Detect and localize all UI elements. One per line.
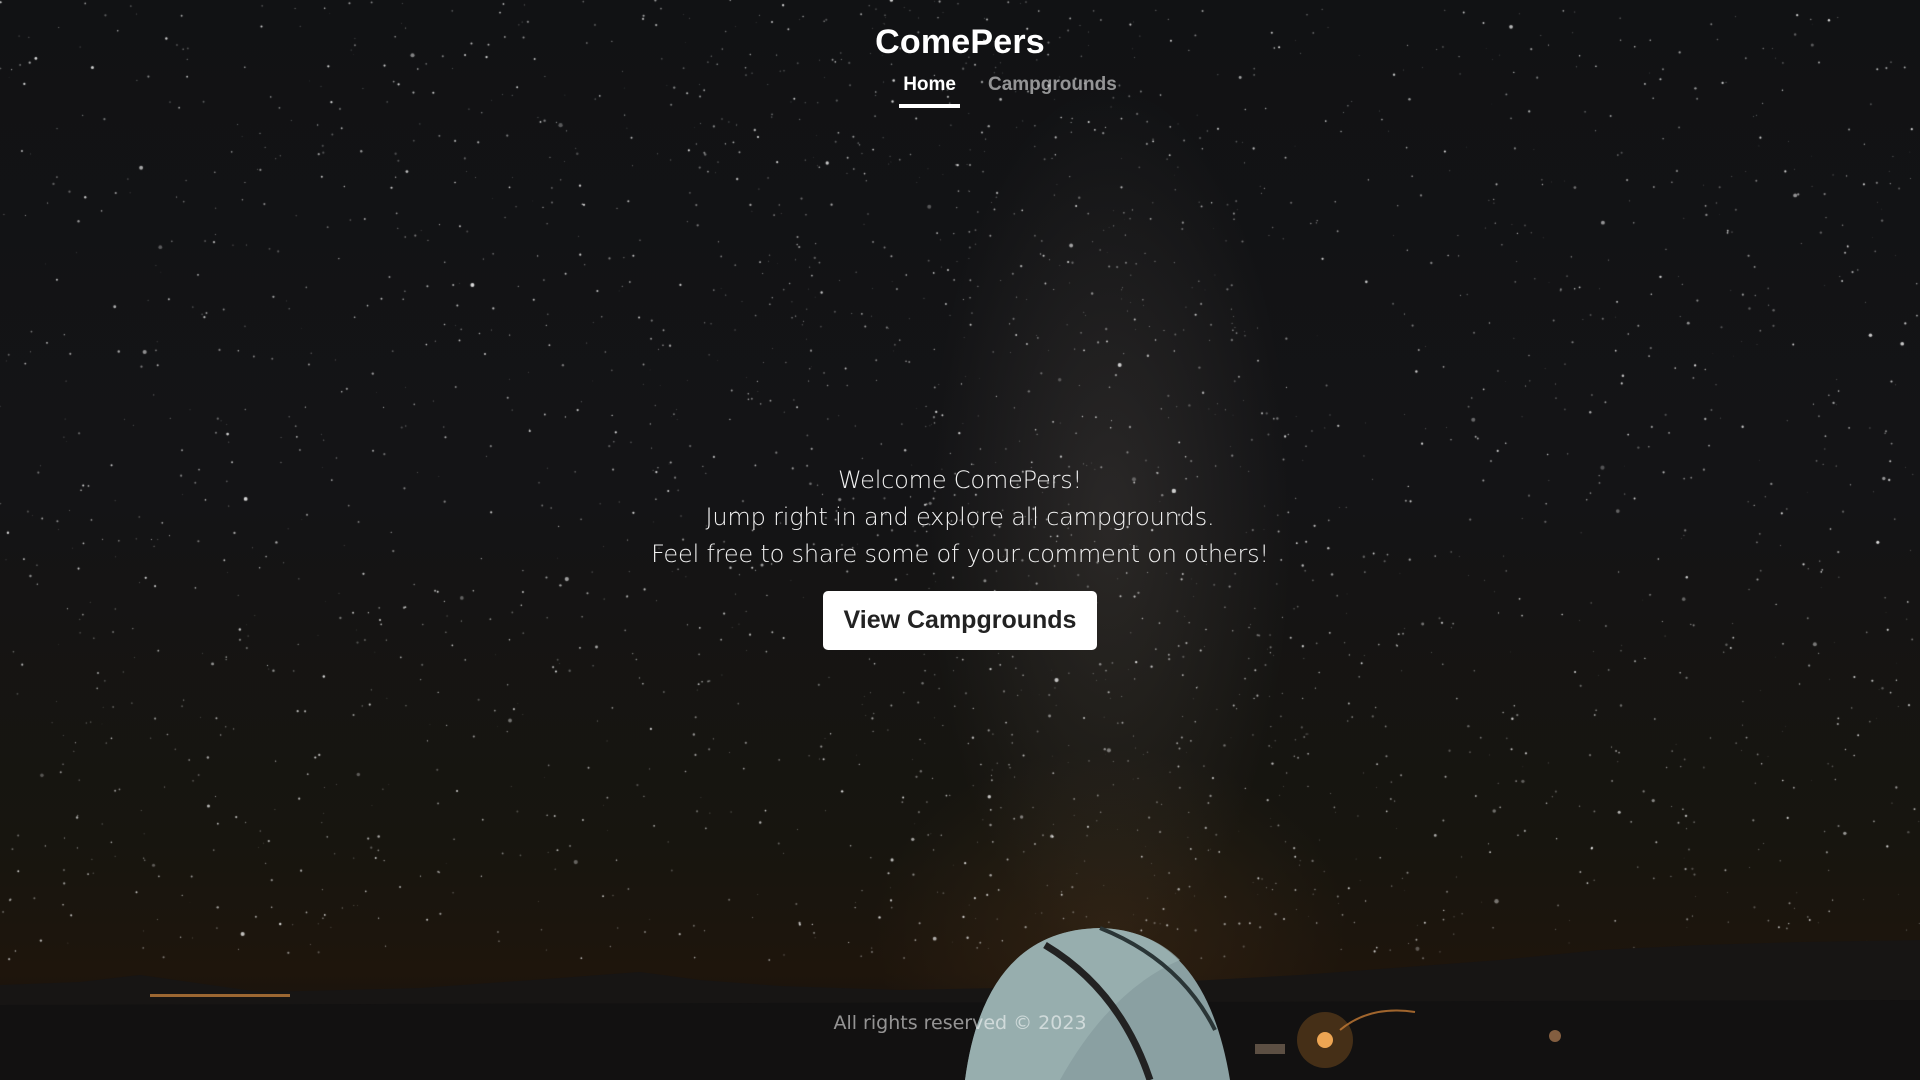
- hero-section: Welcome ComePers! Jump right in and expl…: [0, 462, 1920, 650]
- nav-home-link[interactable]: Home: [899, 72, 960, 108]
- site-footer: All rights reserved © 2023: [833, 1012, 1087, 1034]
- hero-subtitle-share: Feel free to share some of your comment …: [651, 540, 1269, 568]
- landing-page: ComePers Home Campgrounds Welcome ComePe…: [0, 0, 1920, 1080]
- nav-campgrounds-link[interactable]: Campgrounds: [984, 72, 1121, 108]
- welcome-heading: Welcome ComePers!: [838, 466, 1082, 494]
- main-nav: Home Campgrounds: [100, 72, 1920, 108]
- site-header: ComePers Home Campgrounds: [0, 18, 1920, 108]
- view-campgrounds-button[interactable]: View Campgrounds: [822, 591, 1098, 650]
- brand-title: ComePers: [875, 23, 1045, 61]
- hero-subtitle-explore: Jump right in and explore all campground…: [705, 503, 1215, 531]
